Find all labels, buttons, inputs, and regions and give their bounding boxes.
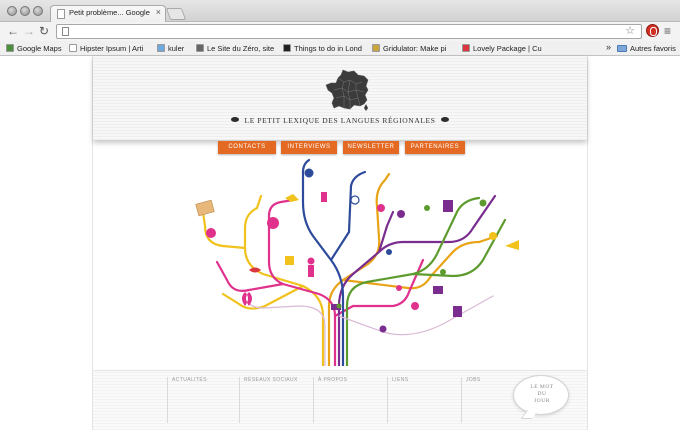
bookmark-0[interactable]: Google Maps: [6, 42, 62, 55]
tab-close-icon[interactable]: ×: [156, 7, 161, 17]
footer-liens[interactable]: LIENS: [387, 377, 461, 423]
close-window-icon[interactable]: [7, 6, 17, 16]
leaf-icon: [336, 303, 342, 309]
extension-icon[interactable]: [646, 24, 659, 37]
ball-icon: [304, 168, 314, 178]
heart-icon: [462, 44, 470, 52]
nav-partenaires[interactable]: PARTENAIRES: [405, 141, 465, 154]
kuler-icon: [157, 44, 165, 52]
tab-title: Petit problème... Google Ch: [69, 8, 151, 17]
reload-icon[interactable]: ↻: [39, 24, 49, 38]
mask-icon: [411, 302, 419, 310]
footer-reseaux-sociaux[interactable]: RÉSEAUX SOCIAUX: [239, 377, 313, 423]
flag-icon: [283, 44, 291, 52]
forward-arrow-icon[interactable]: →: [23, 24, 35, 38]
branch-pink: [215, 198, 425, 366]
bookmark-label: Gridulator: Make pi: [383, 44, 447, 53]
title-bullet-left: [230, 117, 239, 122]
bookmark-1[interactable]: Hipster Ipsum | Arti: [69, 42, 143, 55]
dice-icon: [377, 204, 385, 212]
footer-jobs[interactable]: JOBS: [461, 377, 509, 423]
minimize-window-icon[interactable]: [20, 6, 30, 16]
grapes-icon: [396, 285, 402, 291]
flower-icon: [424, 205, 430, 211]
bookmark-label: Lovely Package | Cu: [473, 44, 542, 53]
google-maps-icon: [6, 44, 14, 52]
address-bar[interactable]: ☆: [56, 24, 642, 39]
site-footer: ACTUALITÉS RÉSEAUX SOCIAUX À PROPOS LIEN…: [93, 370, 587, 430]
bookmark-5[interactable]: Gridulator: Make pi: [372, 42, 446, 55]
atom-icon: [440, 269, 446, 275]
footer-actualites[interactable]: ACTUALITÉS: [167, 377, 239, 423]
chess-icon: [321, 192, 327, 202]
site-header: LE PETIT LEXIQUE DES LANGUES RÉGIONALES: [93, 56, 587, 140]
trumpet-icon: [505, 240, 519, 250]
soccer-icon: [386, 249, 392, 255]
gridulator-icon: [372, 44, 380, 52]
heart-icon: [379, 325, 387, 333]
bookmark-label: Le Site du Zéro, site: [207, 44, 275, 53]
title-bullet-right: [441, 117, 450, 122]
head-icon: [206, 228, 216, 238]
bookmark-label: kuler: [168, 44, 185, 53]
siteduzero-icon: [196, 44, 204, 52]
page-icon: [57, 9, 65, 19]
bookmark-star-icon[interactable]: ☆: [625, 24, 635, 37]
folder-icon: [617, 45, 627, 52]
zoom-window-icon[interactable]: [33, 6, 43, 16]
page-icon: [69, 44, 77, 52]
bookmark-2[interactable]: kuler: [157, 42, 184, 55]
site-container: LE PETIT LEXIQUE DES LANGUES RÉGIONALES …: [92, 56, 588, 430]
bookmarks-bar: » Autres favoris Google Maps Hipster Ipsu…: [0, 41, 680, 56]
bookmark-label: Google Maps: [17, 44, 62, 53]
note-icon: [453, 306, 462, 317]
person-body-icon: [308, 265, 314, 277]
browser-titlebar: Petit problème... Google Ch ×: [0, 0, 680, 22]
bookmark-other[interactable]: Autres favoris: [617, 42, 676, 55]
more-bookmarks-icon[interactable]: »: [606, 42, 611, 52]
france-map-icon[interactable]: [324, 68, 372, 112]
bookmark-3[interactable]: Le Site du Zéro, site: [196, 42, 274, 55]
branch-purple: [337, 194, 497, 366]
racket-icon: [350, 195, 360, 205]
browser-tab[interactable]: Petit problème... Google Ch ×: [50, 5, 166, 22]
bookmark-label: Things to do in Lond: [294, 44, 362, 53]
helmet-icon: [267, 217, 279, 229]
person-icon: [307, 257, 315, 265]
nav-interviews[interactable]: INTERVIEWS: [281, 141, 337, 154]
main-nav: CONTACTS INTERVIEWS NEWSLETTER PARTENAIR…: [218, 141, 478, 154]
cog-icon: [397, 210, 405, 218]
page-viewport: LE PETIT LEXIQUE DES LANGUES RÉGIONALES …: [0, 56, 680, 430]
browser-toolbar: ← → ↻ ☆ ≡: [0, 22, 680, 41]
weight-icon: [285, 256, 294, 265]
page-icon: [62, 27, 69, 36]
bookmark-4[interactable]: Things to do in Lond: [283, 42, 362, 55]
new-tab-button[interactable]: [165, 8, 187, 20]
mot-du-jour-bubble[interactable]: LE MOT DU JOUR: [513, 375, 569, 415]
book-icon: [195, 199, 215, 217]
nav-newsletter[interactable]: NEWSLETTER: [343, 141, 399, 154]
language-tree-illustration: [195, 158, 519, 366]
lungs-icon: [242, 292, 252, 306]
mot-du-jour-label: LE MOT DU JOUR: [530, 384, 554, 404]
bookmark-label: Hipster Ipsum | Arti: [80, 44, 144, 53]
frame-icon: [443, 200, 453, 212]
back-arrow-icon[interactable]: ←: [7, 24, 19, 38]
menu-icon[interactable]: ≡: [664, 24, 671, 38]
nav-contacts[interactable]: CONTACTS: [218, 141, 276, 154]
bookmark-6[interactable]: Lovely Package | Cu: [462, 42, 542, 55]
site-title: LE PETIT LEXIQUE DES LANGUES RÉGIONALES: [93, 116, 587, 125]
tv-icon: [433, 286, 443, 294]
footer-a-propos[interactable]: À PROPOS: [313, 377, 387, 423]
globe-icon: [479, 199, 487, 207]
smiley-icon: [489, 232, 497, 240]
